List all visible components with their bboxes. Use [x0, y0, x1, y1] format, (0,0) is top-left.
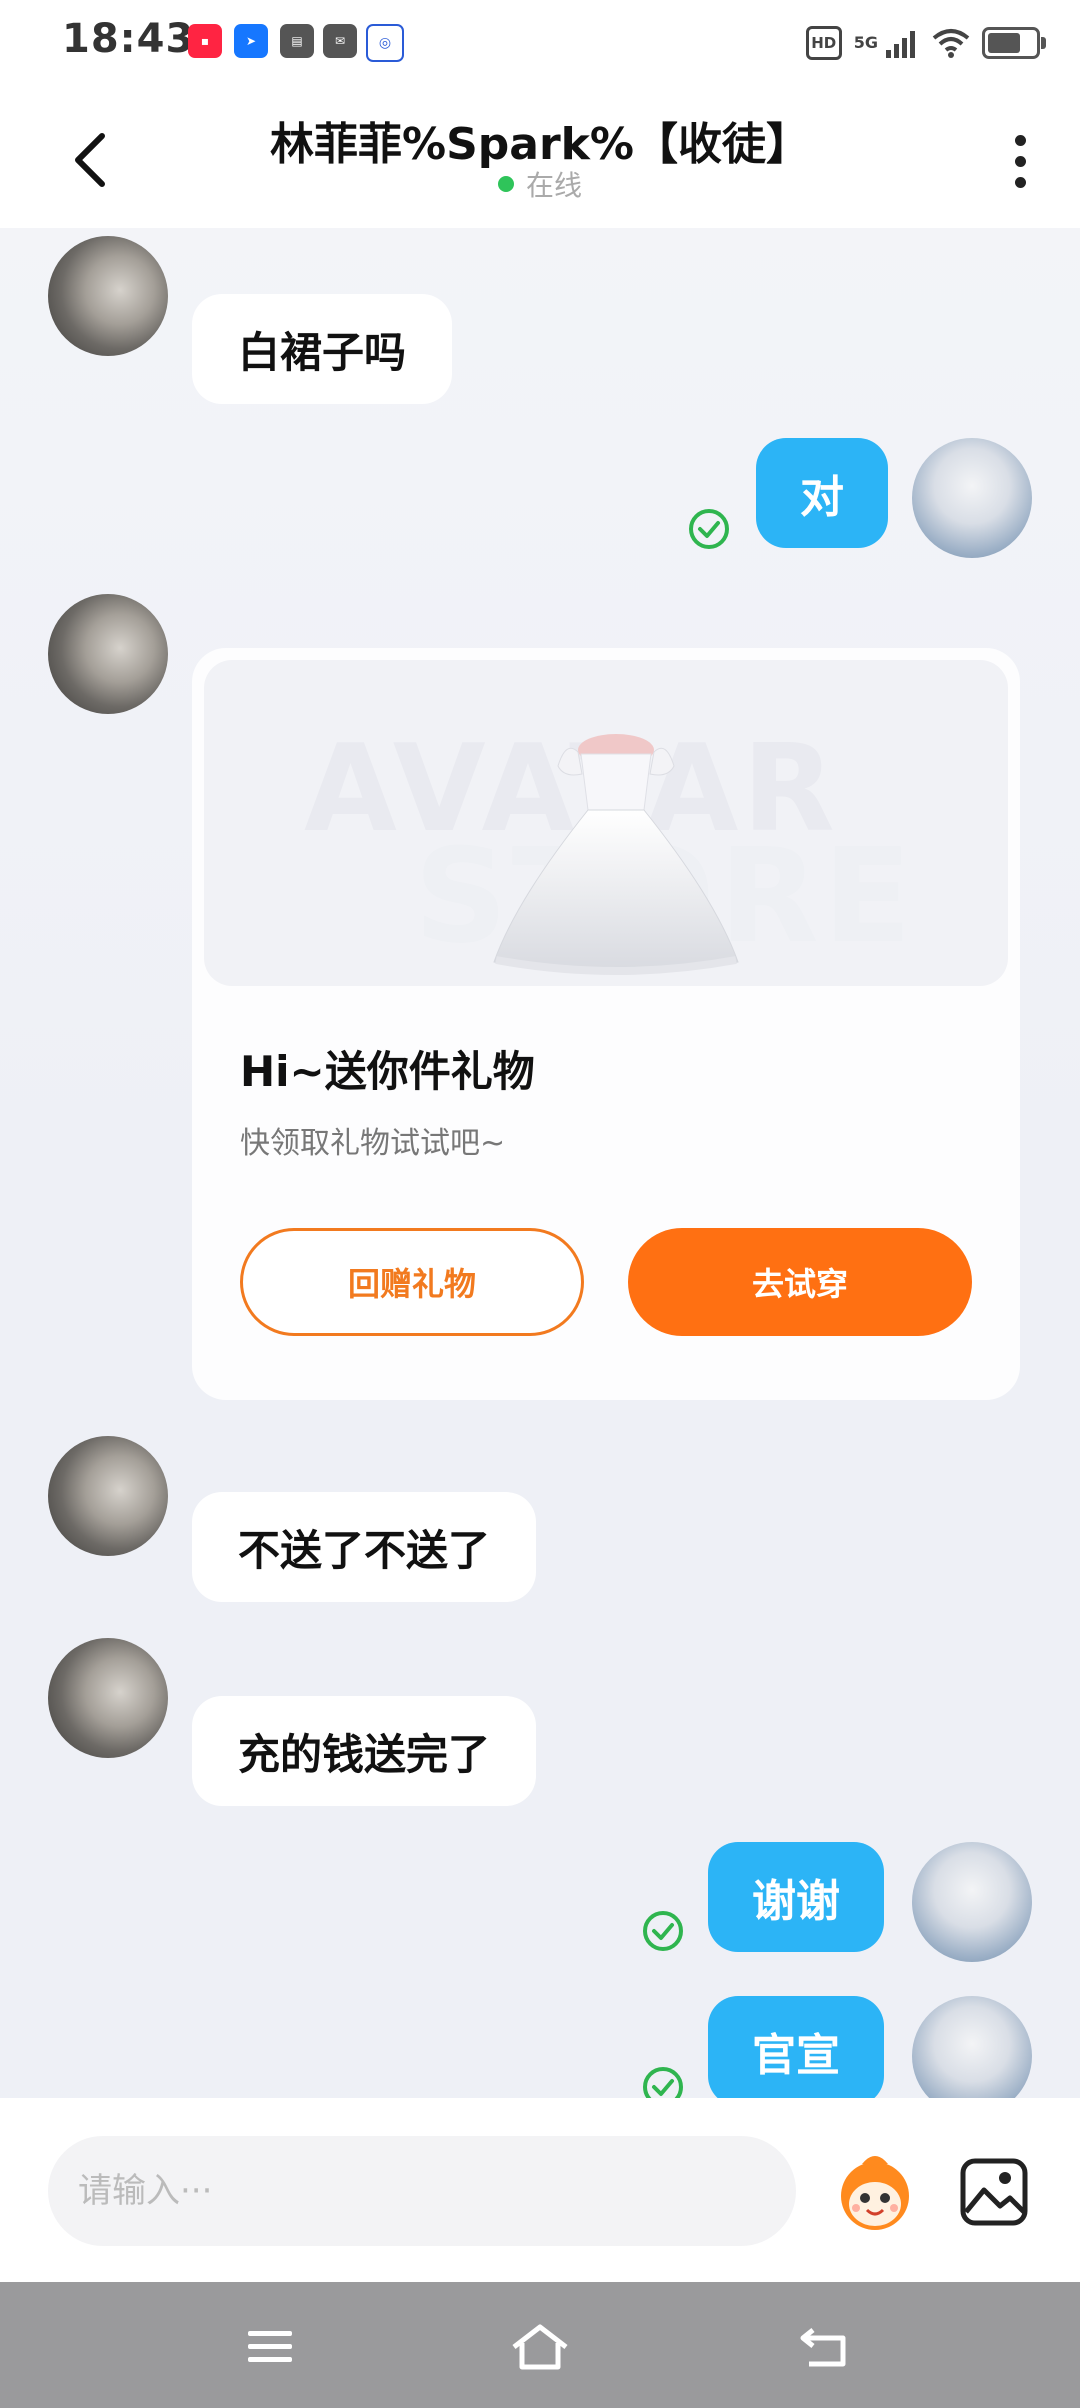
- more-dot-icon: [1014, 134, 1026, 146]
- hd-badge: HD: [805, 26, 842, 60]
- online-status-label: 在线: [525, 169, 582, 202]
- contact-avatar[interactable]: [48, 236, 168, 356]
- message-bubble-incoming[interactable]: 不送了不送了: [192, 1492, 537, 1602]
- menu-icon: [248, 2331, 292, 2362]
- wallet-icon: ▤: [280, 24, 314, 58]
- contact-avatar[interactable]: [48, 1436, 168, 1556]
- message-bubble-outgoing[interactable]: 对: [756, 438, 888, 548]
- home-nav-button[interactable]: [505, 2312, 575, 2382]
- read-check-icon: [643, 2067, 683, 2098]
- mascot-icon: [841, 2156, 909, 2230]
- image-icon: [960, 2158, 1028, 2226]
- gift-subtitle: 快领取礼物试试吧~: [240, 1126, 506, 1161]
- image-picker-button[interactable]: [958, 2156, 1030, 2228]
- my-avatar[interactable]: [912, 1842, 1032, 1962]
- mail-icon: ✉: [323, 24, 357, 58]
- contact-avatar[interactable]: [48, 594, 168, 714]
- read-check-icon: [643, 1911, 683, 1951]
- try-on-button[interactable]: 去试穿: [628, 1228, 972, 1336]
- status-time: 18:43: [62, 16, 195, 62]
- baidu-icon: ◎: [366, 24, 404, 62]
- message-bubble-incoming[interactable]: 充的钱送完了: [192, 1696, 537, 1806]
- chat-screen: 18:43 ▪ ➤ ▤ ✉ ◎ HD 5G 林菲菲%Spark%【收徒】 在线 …: [0, 0, 1080, 2408]
- signal-icon: [886, 31, 915, 58]
- location-icon: ➤: [234, 24, 268, 58]
- back-nav-button[interactable]: [790, 2312, 860, 2382]
- online-status: 在线: [0, 164, 1080, 204]
- message-input[interactable]: [48, 2136, 796, 2246]
- message-list[interactable]: 白裙子吗 对 AVATAR STORE: [0, 228, 1080, 2098]
- message-bubble-outgoing[interactable]: 官宣: [708, 1996, 884, 2098]
- message-bubble-incoming[interactable]: 白裙子吗: [192, 294, 453, 404]
- more-options-button[interactable]: [990, 126, 1050, 196]
- gift-card[interactable]: AVATAR STORE Hi~送: [192, 648, 1020, 1400]
- gift-image[interactable]: AVATAR STORE: [204, 660, 1008, 986]
- read-check-icon: [689, 509, 729, 549]
- contact-name: 林菲菲%Spark%【收徒】: [269, 119, 810, 170]
- xiaohongshu-icon: ▪: [188, 24, 222, 58]
- my-avatar[interactable]: [912, 438, 1032, 558]
- battery-icon: [982, 27, 1046, 59]
- white-dress-icon: [493, 734, 739, 975]
- network-label: 5G: [853, 33, 878, 52]
- message-bubble-outgoing[interactable]: 谢谢: [708, 1842, 884, 1952]
- contact-avatar[interactable]: [48, 1638, 168, 1758]
- more-dot-icon: [1014, 176, 1026, 188]
- more-dot-icon: [1014, 155, 1026, 167]
- system-nav-bar: [0, 2282, 1080, 2408]
- online-dot-icon: [497, 176, 514, 192]
- return-gift-button[interactable]: 回赠礼物: [240, 1228, 584, 1336]
- wifi-icon: [932, 29, 970, 58]
- status-indicators: HD 5G: [805, 18, 1046, 68]
- my-avatar[interactable]: [912, 1996, 1032, 2098]
- gift-title: Hi~送你件礼物: [240, 1047, 535, 1096]
- menu-nav-button[interactable]: [235, 2312, 305, 2382]
- home-icon: [512, 2324, 568, 2370]
- chat-header: 林菲菲%Spark%【收徒】 在线: [0, 86, 1080, 228]
- input-bar: [0, 2098, 1080, 2282]
- status-bar: 18:43 ▪ ➤ ▤ ✉ ◎ HD 5G: [0, 0, 1080, 86]
- back-arrow-icon: [800, 2328, 846, 2367]
- emoji-mascot-button[interactable]: [832, 2150, 918, 2236]
